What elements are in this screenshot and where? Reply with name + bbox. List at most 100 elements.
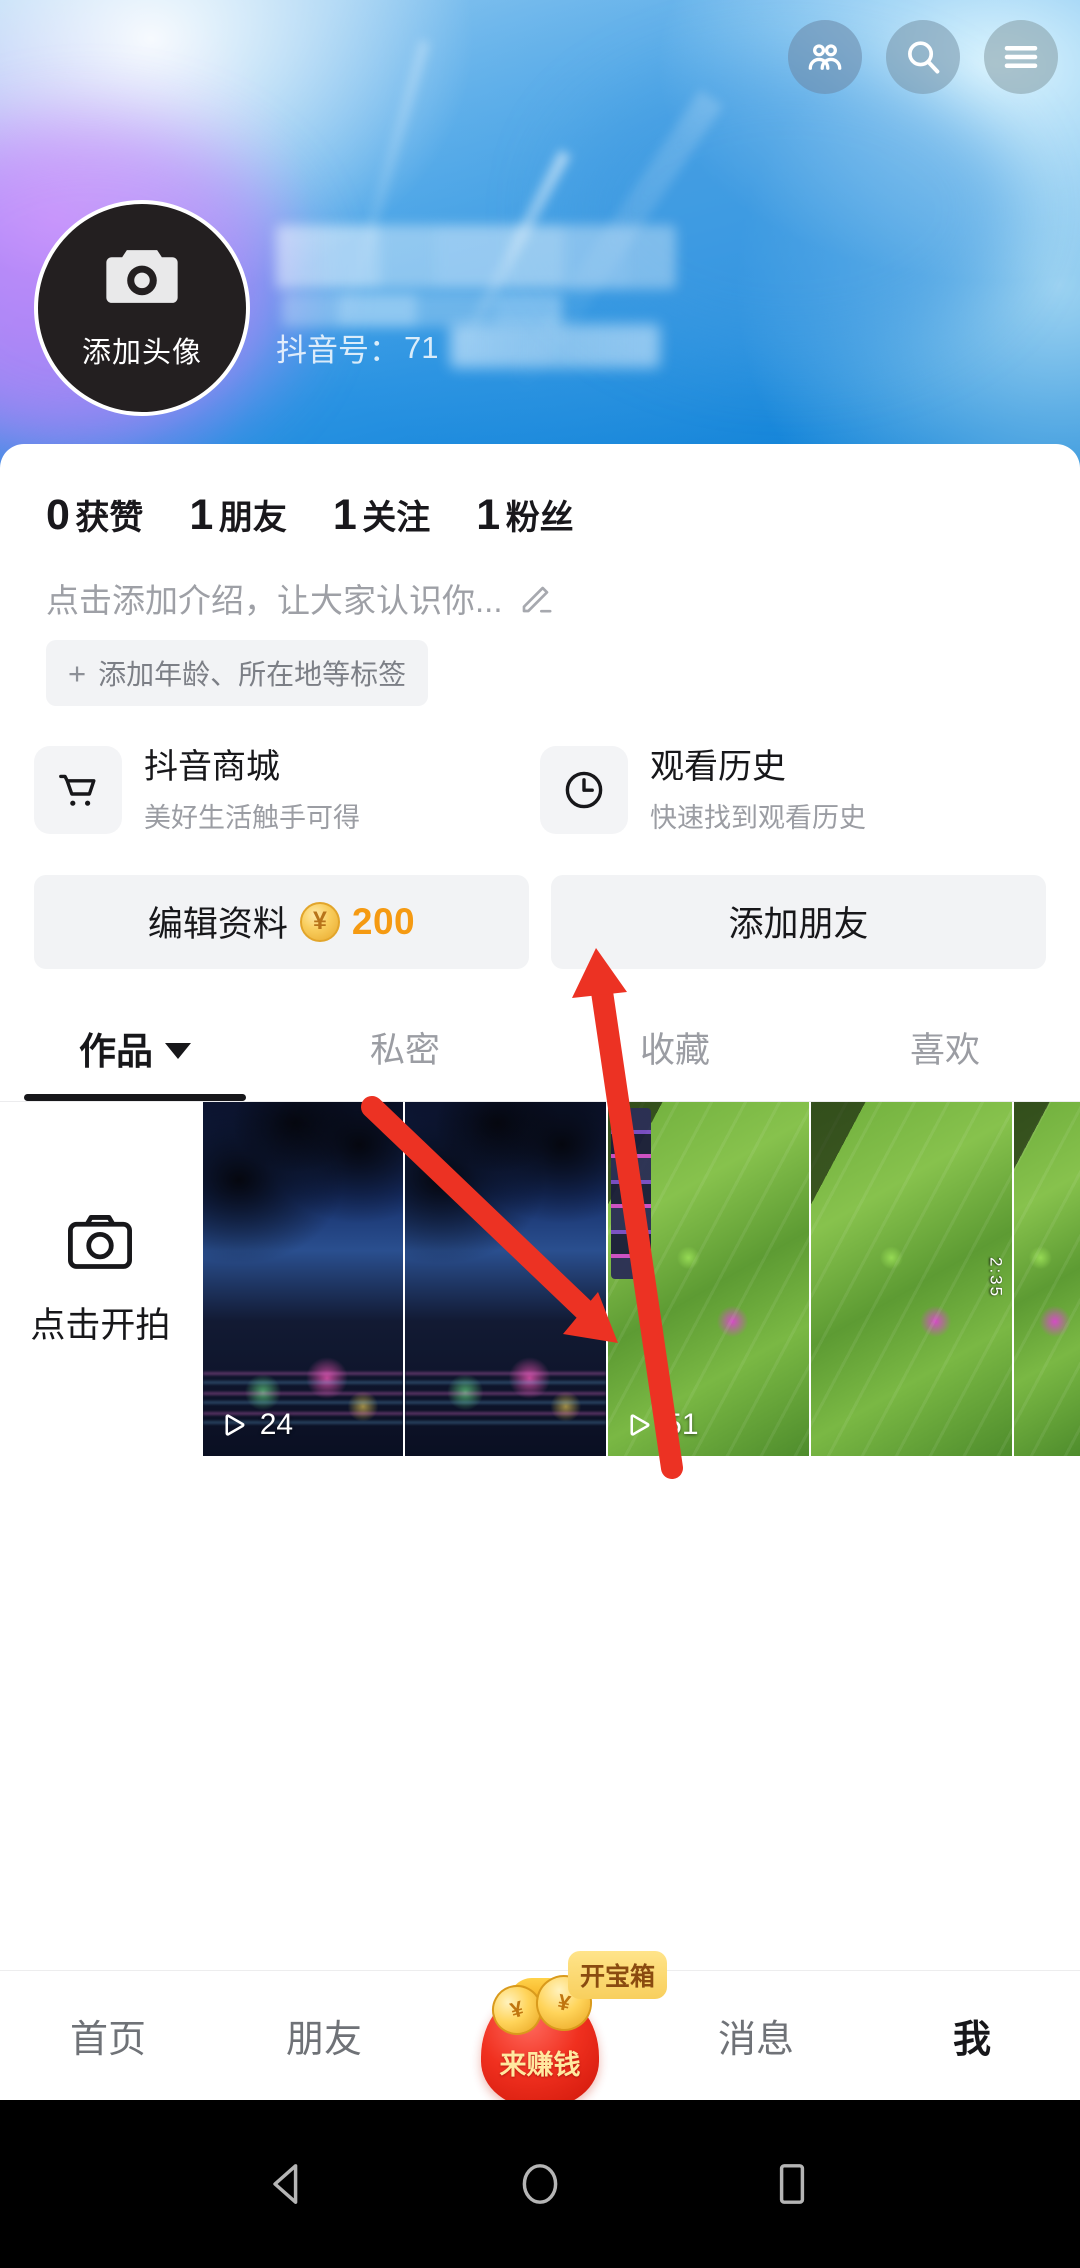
avatar-label: 添加头像 — [81, 336, 202, 369]
add-tags-chip[interactable]: + 添加年龄、所在地等标签 — [46, 640, 429, 706]
video-play-count-2-value: 51 — [665, 1407, 699, 1441]
play-icon — [225, 1413, 245, 1436]
video-artwork-3 — [1013, 1101, 1080, 1456]
video-thumbnail-1-continued[interactable] — [405, 1101, 607, 1456]
clock-icon — [565, 771, 603, 809]
video-play-count-1-value: 24 — [259, 1407, 294, 1441]
content-tabs: 作品 私密 收藏 喜欢 — [0, 1021, 1080, 1101]
douyin-profile-screen: 抖音号： 71 添加头像 0 获赞 1 朋友 1 关注 1 粉丝 点击添加介绍，… — [0, 0, 1080, 2268]
tab-likes-label: 喜欢 — [909, 1031, 980, 1070]
shopping-cart-icon-wrap — [34, 746, 122, 835]
search-icon — [908, 41, 940, 74]
stat-friends-value: 1 — [189, 491, 213, 539]
douyin-id-value: 71 — [404, 329, 439, 365]
video-artwork-2b: 2:35 — [810, 1101, 1012, 1456]
nav-home[interactable]: 首页 — [0, 2008, 216, 2063]
tab-likes[interactable]: 喜欢 — [810, 1021, 1080, 1101]
tab-favorites[interactable]: 收藏 — [540, 1021, 810, 1101]
video-thumbnail-3-partial[interactable] — [1013, 1101, 1080, 1456]
play-icon — [630, 1413, 650, 1436]
pencil-icon — [522, 586, 552, 613]
start-shooting-label: 点击开拍 — [30, 1306, 171, 1345]
nav-earn-money[interactable]: ¥ ¥ 来赚钱 开宝箱 — [432, 1950, 668, 2109]
bottom-navigation-bar: 首页 朋友 ¥ ¥ 来赚钱 开宝箱 消息 我 — [0, 1950, 1080, 2109]
tab-private[interactable]: 私密 — [270, 1021, 540, 1101]
shopping-cart-icon — [59, 774, 96, 807]
friends-icon — [808, 44, 842, 70]
coin-icon: ¥ — [299, 901, 340, 942]
tab-works[interactable]: 作品 — [0, 1021, 270, 1101]
nav-messages[interactable]: 消息 — [648, 2008, 864, 2063]
add-friend-label: 添加朋友 — [728, 905, 869, 944]
menu-button[interactable] — [984, 20, 1058, 94]
plus-icon: + — [68, 655, 87, 691]
video-artwork-1b — [405, 1101, 607, 1456]
service-history-subtitle: 快速找到观看历史 — [650, 802, 866, 833]
tab-active-underline — [24, 1093, 246, 1101]
service-cards-row: 抖音商城 美好生活触手可得 观看历史 快速找到观看历史 — [0, 706, 1080, 835]
username-blur-bar — [276, 225, 676, 289]
edit-profile-label: 编辑资料 — [147, 905, 288, 944]
money-bag-icon: ¥ ¥ 来赚钱 — [481, 1969, 599, 2109]
search-button[interactable] — [886, 20, 960, 94]
stat-following-value: 1 — [332, 491, 357, 539]
stat-followers[interactable]: 1 粉丝 — [476, 490, 573, 540]
video-play-count-1: 24 — [219, 1408, 293, 1442]
back-button[interactable] — [262, 2158, 314, 2210]
douyin-id-blur-mask — [450, 323, 660, 368]
service-card-mall-text: 抖音商城 美好生活触手可得 — [144, 746, 360, 835]
nav-friends[interactable]: 朋友 — [216, 2008, 432, 2063]
stat-likes-label: 获赞 — [75, 499, 144, 537]
stat-friends-label: 朋友 — [218, 499, 287, 537]
video-artwork-1 — [202, 1101, 404, 1456]
header-action-buttons — [788, 20, 1058, 94]
tab-private-label: 私密 — [369, 1031, 440, 1070]
video-play-count-2: 51 — [624, 1407, 699, 1442]
camera-icon — [106, 249, 178, 303]
service-card-history[interactable]: 观看历史 快速找到观看历史 — [540, 746, 1046, 835]
chevron-down-icon — [165, 1042, 191, 1059]
stat-followers-value: 1 — [476, 491, 500, 539]
username-blurred — [276, 225, 676, 327]
avatar-upload-button[interactable]: 添加头像 — [34, 200, 250, 416]
bio-placeholder: 点击添加介绍，让大家认识你... — [46, 582, 503, 619]
service-history-title: 观看历史 — [650, 748, 786, 786]
bio-row[interactable]: 点击添加介绍，让大家认识你... — [0, 540, 1080, 622]
add-friend-button[interactable]: 添加朋友 — [551, 874, 1046, 969]
coin-value: 200 — [351, 900, 416, 942]
video-artwork-2 — [608, 1101, 809, 1456]
android-system-navigation — [0, 2100, 1080, 2268]
treasure-box-badge[interactable]: 开宝箱 — [568, 1950, 668, 1999]
nav-earn-money-label: 来赚钱 — [499, 2049, 581, 2080]
douyin-id-label: 抖音号： — [276, 333, 400, 368]
action-buttons-row: 编辑资料 ¥ 200 添加朋友 — [0, 835, 1080, 969]
nav-me[interactable]: 我 — [864, 2008, 1080, 2063]
video-thumbnail-2[interactable]: 51 — [608, 1101, 809, 1456]
tab-favorites-label: 收藏 — [639, 1031, 710, 1070]
username-blur-bar-2 — [282, 293, 562, 327]
douyin-id-row[interactable]: 抖音号： 71 — [276, 323, 660, 370]
service-card-history-text: 观看历史 快速找到观看历史 — [650, 746, 866, 835]
service-mall-title: 抖音商城 — [144, 748, 280, 786]
stat-followers-label: 粉丝 — [505, 499, 574, 537]
stat-following[interactable]: 1 关注 — [333, 490, 430, 540]
stat-likes-value: 0 — [46, 491, 70, 539]
stat-friends[interactable]: 1 朋友 — [189, 490, 286, 540]
start-shooting-button[interactable]: 点击开拍 — [0, 1101, 201, 1456]
add-tags-label: 添加年龄、所在地等标签 — [98, 659, 407, 690]
content-grid: 点击开拍 24 51 2:35 — [0, 1101, 1080, 1456]
tab-works-label: 作品 — [79, 1030, 153, 1072]
stat-likes[interactable]: 0 获赞 — [46, 490, 143, 540]
video-thumbnail-2-continued[interactable]: 2:35 — [810, 1101, 1012, 1456]
stat-following-label: 关注 — [362, 499, 431, 537]
video-thumbnail-1[interactable]: 24 — [202, 1101, 404, 1456]
friends-button[interactable] — [788, 20, 862, 94]
edit-profile-button[interactable]: 编辑资料 ¥ 200 — [34, 874, 529, 969]
recents-button[interactable] — [766, 2158, 818, 2210]
clock-icon-wrap — [540, 746, 628, 835]
home-button[interactable] — [514, 2158, 566, 2210]
service-card-mall[interactable]: 抖音商城 美好生活触手可得 — [34, 746, 540, 835]
avatar-camera-icon-wrap — [101, 236, 183, 315]
tag-row: + 添加年龄、所在地等标签 — [0, 622, 1080, 706]
camera-icon — [68, 1215, 133, 1269]
